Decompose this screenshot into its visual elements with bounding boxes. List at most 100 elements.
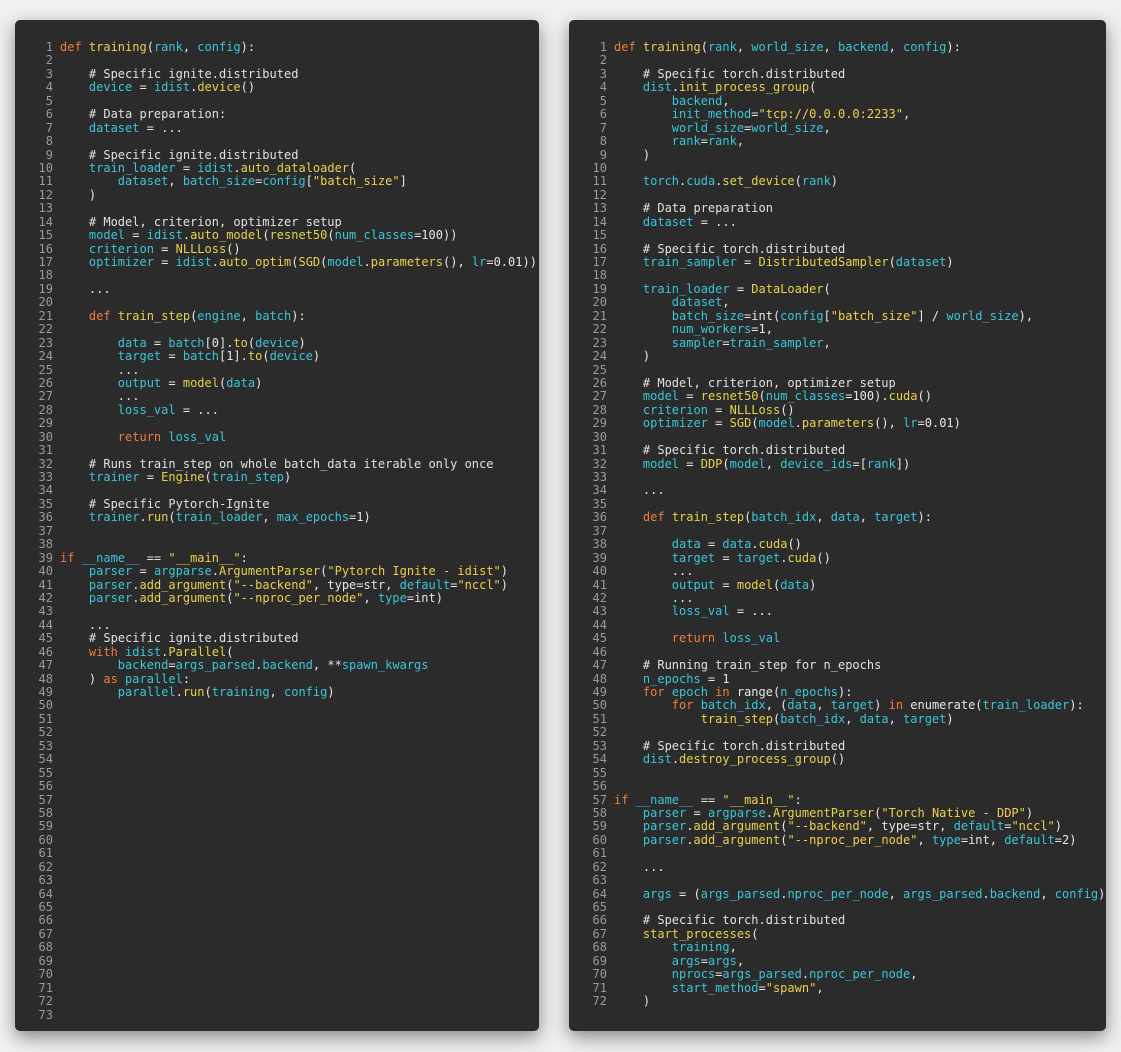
code-token: # Data preparation — [614, 201, 773, 216]
code-text: torch.cuda.set_device(rank) — [614, 174, 838, 188]
code-text: nprocs=args_parsed.nproc_per_node, — [614, 967, 918, 981]
code-token: batch_size — [182, 174, 256, 189]
code-token: ) — [830, 174, 839, 189]
code-token: ) — [946, 711, 954, 726]
line-number: 29 — [38, 416, 53, 431]
line-number: 1 — [45, 40, 53, 54]
code-token: (), — [874, 416, 904, 431]
code-token: init_process_group — [679, 80, 810, 95]
code-token: , — [859, 510, 875, 525]
code-token: ) — [614, 349, 651, 364]
line-number: 12 — [38, 187, 53, 202]
code-token: ), — [1018, 308, 1034, 323]
code-token: "nccl" — [1011, 819, 1055, 834]
code-token: cuda — [787, 550, 817, 565]
code-token: DistributedSampler — [758, 255, 889, 269]
code-token: , — [816, 698, 831, 713]
code-token: = — [132, 80, 154, 95]
code-line: 60 parser.add_argument("--nproc_per_node… — [569, 833, 1106, 847]
code-token: range( — [736, 685, 781, 699]
code-token: , — [262, 510, 277, 525]
code-token: = — [125, 228, 147, 243]
code-line: 65 — [569, 900, 1106, 914]
line-number: 21 — [38, 308, 53, 323]
code-token: batch_size — [671, 308, 745, 323]
line-number: 56 — [38, 779, 53, 794]
line-number: 27 — [592, 389, 607, 404]
code-token: parallel — [125, 671, 183, 686]
code-line: 24 target = batch[1].to(device) — [15, 349, 539, 363]
code-token: , ** — [312, 658, 342, 673]
line-number: 44 — [38, 617, 53, 632]
code-line: 41 parser.add_argument("--backend", type… — [15, 577, 539, 592]
code-token: output — [671, 577, 716, 592]
line-number: 4 — [599, 80, 607, 95]
code-line: 13 — [15, 201, 539, 215]
code-token: "__main__" — [168, 550, 241, 565]
code-token: device_ids — [780, 456, 853, 471]
code-line: 30 return loss_val — [15, 430, 539, 444]
code-token: ... — [60, 617, 111, 632]
code-text: ... — [614, 860, 665, 874]
code-line: 48 n_epochs = 1 — [569, 671, 1106, 686]
code-token: , — [722, 295, 730, 310]
code-token: ( — [751, 926, 759, 941]
code-text: train_loader = idist.auto_dataloader( — [60, 161, 356, 175]
code-text: # Running train_step for n_epochs — [614, 658, 881, 672]
code-line: 48 ) as parallel: — [15, 671, 539, 686]
line-number: 22 — [38, 322, 53, 337]
line-number: 7 — [45, 120, 53, 135]
code-token: , — [888, 711, 904, 726]
code-text: num_workers=1, — [614, 322, 773, 336]
code-token: __name__ — [635, 792, 694, 807]
code-text: ... — [614, 483, 665, 497]
code-token: ): — [1069, 698, 1084, 713]
line-number: 9 — [45, 147, 53, 162]
line-number: 34 — [592, 483, 607, 498]
code-text: batch_size=int(config["batch_size"] / wo… — [614, 309, 1033, 323]
code-token: ( — [168, 510, 176, 525]
code-token: "--backend" — [787, 819, 867, 834]
line-number: 61 — [592, 846, 607, 861]
code-line: 14 dataset = ... — [569, 215, 1106, 229]
line-number: 41 — [38, 577, 53, 592]
code-token: =0.01) — [917, 416, 961, 431]
code-line: 25 — [569, 363, 1106, 377]
code-token: , — [816, 510, 831, 525]
code-line: 39 if __name__ == "__main__": — [15, 550, 539, 565]
code-token: training — [211, 685, 270, 699]
code-token: n_epochs — [642, 671, 701, 686]
code-text: parser = argparse.ArgumentParser("Pytorc… — [60, 564, 508, 578]
code-line: 23 data = batch[0].to(device) — [15, 336, 539, 350]
code-token: : — [240, 550, 248, 565]
code-token: . — [794, 416, 802, 431]
code-token: = — [686, 805, 708, 820]
code-token: def — [88, 308, 118, 323]
line-number: 47 — [592, 658, 607, 673]
code-token: Parallel — [168, 644, 227, 659]
code-line: 45 # Specific ignite.distributed — [15, 631, 539, 645]
code-text: sampler=train_sampler, — [614, 336, 831, 350]
line-number: 33 — [592, 470, 607, 484]
line-number: 38 — [38, 537, 53, 552]
code-token: torch — [642, 174, 680, 189]
line-number: 3 — [45, 66, 53, 81]
code-line: 26 # Model, criterion, optimizer setup — [569, 376, 1106, 390]
line-number: 66 — [38, 913, 53, 928]
code-token: ( — [204, 470, 212, 484]
code-line: 16 # Specific torch.distributed — [569, 242, 1106, 256]
code-token: destroy_process_group — [679, 752, 831, 767]
code-token: parallel — [117, 685, 176, 699]
code-token: rank — [707, 40, 737, 54]
code-token: # Specific torch.distributed — [614, 66, 846, 81]
